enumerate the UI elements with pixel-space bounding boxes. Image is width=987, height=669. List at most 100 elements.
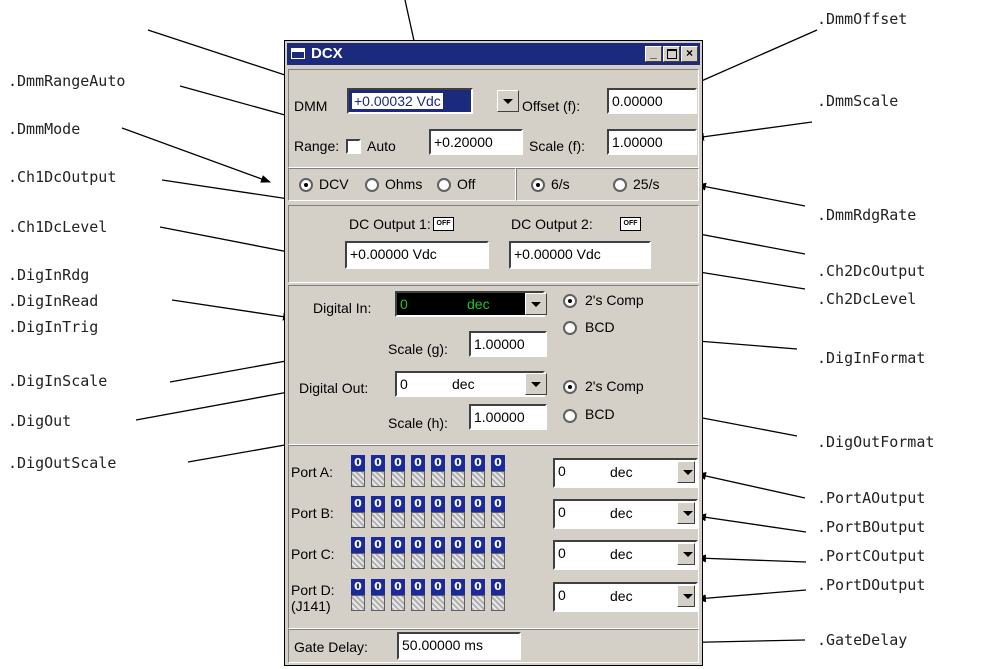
callout-digin-scale: .DigInScale — [8, 372, 108, 390]
bit-toggle-icon — [351, 595, 365, 611]
port-c-bit-3[interactable]: 0 — [431, 537, 445, 569]
bit-toggle-icon — [491, 512, 505, 528]
port-b-bit-5[interactable]: 0 — [391, 496, 405, 528]
port-c-bit-2[interactable]: 0 — [451, 537, 465, 569]
dc-output-1-label: DC Output 1: — [349, 216, 431, 232]
bit-toggle-icon — [431, 595, 445, 611]
digin-scale-field[interactable]: 1.00000 — [469, 331, 547, 357]
port-c-bit-1[interactable]: 0 — [471, 537, 485, 569]
dmm-offset-field[interactable]: 0.00000 — [607, 88, 697, 114]
digital-in-field[interactable]: 0 dec — [395, 291, 545, 317]
ch2-dc-output-toggle[interactable]: OFF — [620, 217, 641, 231]
dmm-reading-field[interactable]: +0.00032 Vdc — [347, 88, 473, 114]
port-d-bit-3[interactable]: 0 — [431, 579, 445, 611]
callout-ch1-dc-output: .Ch1DcOutput — [8, 168, 117, 186]
close-icon: × — [685, 46, 693, 60]
bit-value: 0 — [371, 579, 385, 595]
callout-dmm-range-auto: .DmmRangeAuto — [8, 72, 126, 90]
bit-toggle-icon — [451, 471, 465, 487]
digout-scale-field[interactable]: 1.00000 — [469, 404, 547, 430]
digout-2s-comp-radio[interactable] — [563, 380, 577, 394]
callout-digin-format: .DigInFormat — [817, 349, 926, 367]
port-d-dropdown[interactable] — [677, 585, 695, 607]
port-c-bit-0[interactable]: 0 — [491, 537, 505, 569]
port-c-bit-7[interactable]: 0 — [351, 537, 365, 569]
dmm-scale-field[interactable]: 1.00000 — [607, 129, 697, 155]
port-c-dropdown[interactable] — [677, 543, 695, 565]
scale-f-label: Scale (f): — [529, 138, 586, 154]
mode-dcv-radio[interactable] — [299, 178, 313, 192]
port-a-bit-1[interactable]: 0 — [471, 455, 485, 487]
port-a-bit-6[interactable]: 0 — [371, 455, 385, 487]
arrow-dmm-mode — [121, 127, 271, 183]
digital-out-field[interactable]: 0 dec — [395, 371, 545, 397]
dmm-label: DMM — [294, 98, 328, 114]
port-d-bit-5[interactable]: 0 — [391, 579, 405, 611]
dmm-range-dropdown[interactable] — [497, 90, 519, 112]
bit-toggle-icon — [371, 553, 385, 569]
port-c-output-unit: dec — [610, 546, 633, 562]
digital-out-dropdown[interactable] — [525, 373, 547, 395]
dmm-range-field[interactable]: +0.20000 — [429, 129, 523, 155]
bit-value: 0 — [471, 455, 485, 471]
close-button[interactable]: × — [681, 46, 698, 62]
port-a-bit-4[interactable]: 0 — [411, 455, 425, 487]
port-b-bit-2[interactable]: 0 — [451, 496, 465, 528]
port-d-bit-0[interactable]: 0 — [491, 579, 505, 611]
rate-25s-radio[interactable] — [613, 178, 627, 192]
arrow-portA-output — [696, 472, 806, 499]
ch1-dc-level-field[interactable]: +0.00000 Vdc — [345, 241, 489, 269]
port-b-dropdown[interactable] — [677, 502, 695, 524]
port-d-bit-7[interactable]: 0 — [351, 579, 365, 611]
port-c-bit-5[interactable]: 0 — [391, 537, 405, 569]
gate-delay-field[interactable]: 50.00000 ms — [397, 632, 521, 660]
rate-6s-radio[interactable] — [531, 178, 545, 192]
bit-toggle-icon — [471, 471, 485, 487]
title-bar[interactable]: DCX _ × — [287, 43, 700, 65]
mode-ohms-radio[interactable] — [365, 178, 379, 192]
digital-out-unit: dec — [452, 376, 475, 392]
digout-2s-comp-label: 2's Comp — [585, 378, 644, 394]
digin-bcd-radio[interactable] — [563, 321, 577, 335]
port-a-bit-5[interactable]: 0 — [391, 455, 405, 487]
minimize-button[interactable]: _ — [645, 46, 662, 62]
arrow-digout — [135, 388, 295, 421]
mode-off-radio[interactable] — [437, 178, 451, 192]
port-a-label: Port A: — [291, 464, 334, 480]
port-b-bit-3[interactable]: 0 — [431, 496, 445, 528]
port-c-bit-4[interactable]: 0 — [411, 537, 425, 569]
bit-value: 0 — [371, 496, 385, 512]
digout-bcd-radio[interactable] — [563, 409, 577, 423]
ch2-dc-level-field[interactable]: +0.00000 Vdc — [509, 241, 651, 269]
port-b-bit-4[interactable]: 0 — [411, 496, 425, 528]
callout-ch1-dc-level: .Ch1DcLevel — [8, 218, 108, 236]
port-c-output-value: 0 — [558, 545, 566, 561]
maximize-button[interactable] — [663, 46, 680, 62]
bit-toggle-icon — [351, 512, 365, 528]
digital-in-value: 0 — [400, 296, 408, 312]
port-a-bit-3[interactable]: 0 — [431, 455, 445, 487]
port-d-bit-2[interactable]: 0 — [451, 579, 465, 611]
bit-value: 0 — [491, 496, 505, 512]
port-a-dropdown[interactable] — [677, 461, 695, 483]
port-a-bit-0[interactable]: 0 — [491, 455, 505, 487]
range-auto-checkbox[interactable] — [346, 139, 361, 154]
port-b-bit-1[interactable]: 0 — [471, 496, 485, 528]
bit-value: 0 — [431, 537, 445, 553]
callout-digout: .DigOut — [8, 412, 72, 430]
port-b-bit-6[interactable]: 0 — [371, 496, 385, 528]
port-d-bit-6[interactable]: 0 — [371, 579, 385, 611]
ch1-dc-output-toggle[interactable]: OFF — [433, 217, 454, 231]
bit-value: 0 — [371, 455, 385, 471]
port-d-bit-4[interactable]: 0 — [411, 579, 425, 611]
port-c-bit-6[interactable]: 0 — [371, 537, 385, 569]
digin-2s-comp-radio[interactable] — [563, 294, 577, 308]
digout-bcd-label: BCD — [585, 406, 615, 422]
port-d-bit-1[interactable]: 0 — [471, 579, 485, 611]
port-b-bit-0[interactable]: 0 — [491, 496, 505, 528]
port-b-bit-7[interactable]: 0 — [351, 496, 365, 528]
bit-toggle-icon — [411, 553, 425, 569]
digital-in-dropdown[interactable] — [525, 293, 547, 315]
port-a-bit-7[interactable]: 0 — [351, 455, 365, 487]
port-a-bit-2[interactable]: 0 — [451, 455, 465, 487]
